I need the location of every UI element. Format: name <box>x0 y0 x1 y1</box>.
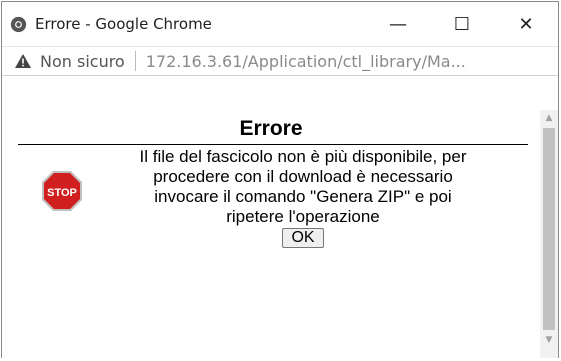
stop-sign-icon: STOP <box>42 171 82 211</box>
warning-triangle-icon[interactable] <box>14 53 32 69</box>
title-bar[interactable]: Errore - Google Chrome — ☐ ✕ <box>2 2 558 46</box>
message-line: Il file del fascicolo non è più disponib… <box>139 147 467 166</box>
scroll-down-arrow-icon[interactable]: ▼ <box>540 332 558 348</box>
stop-sign-text: STOP <box>47 187 77 199</box>
message-line: invocare il comando "Genera ZIP" e poi <box>154 187 452 206</box>
message-line: ripetere l'operazione <box>226 207 380 226</box>
message-line: procedere con il download è necessario <box>153 167 453 186</box>
address-bar[interactable]: Non sicuro 172.16.3.61/Application/ctl_l… <box>2 46 558 76</box>
error-message: Il file del fascicolo non è più disponib… <box>84 147 540 248</box>
page-content: Errore STOP Il file del fascicolo non è … <box>2 110 540 358</box>
title-divider <box>18 144 528 145</box>
ok-button[interactable]: OK <box>282 228 324 248</box>
scroll-thumb[interactable] <box>543 128 555 330</box>
minimize-button[interactable]: — <box>366 2 430 46</box>
maximize-button[interactable]: ☐ <box>430 2 494 46</box>
security-status[interactable]: Non sicuro <box>40 52 125 71</box>
vertical-scrollbar[interactable]: ▲ ▼ <box>540 110 558 358</box>
dialog-title: Errore <box>239 117 303 140</box>
window-title: Errore - Google Chrome <box>35 15 212 33</box>
chrome-globe-icon <box>10 16 27 32</box>
address-separator <box>134 51 136 71</box>
browser-window: Errore - Google Chrome — ☐ ✕ Non sicuro … <box>1 1 559 358</box>
url-text[interactable]: 172.16.3.61/Application/ctl_library/Ma..… <box>146 52 466 71</box>
scroll-up-arrow-icon[interactable]: ▲ <box>540 110 558 126</box>
close-button[interactable]: ✕ <box>494 2 558 46</box>
